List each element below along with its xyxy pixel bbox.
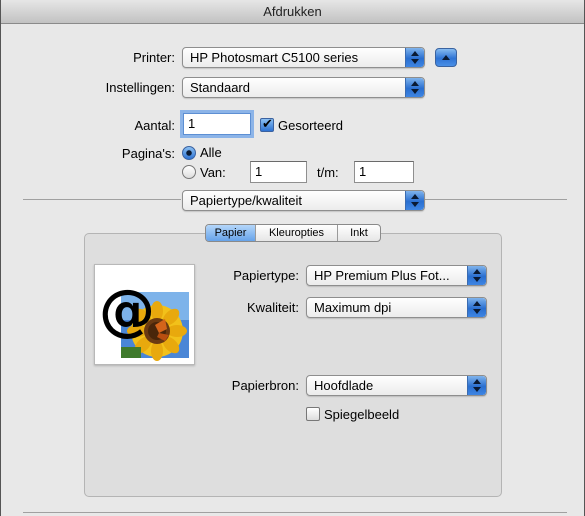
at-symbol-icon: @ xyxy=(99,278,155,343)
paper-type-label: Papiertype: xyxy=(233,268,299,283)
pages-to-field[interactable]: 1 xyxy=(354,161,414,183)
pages-to-label: t/m: xyxy=(317,165,339,180)
tab-bar: Papier Kleuropties Inkt xyxy=(205,224,381,242)
quality-popup[interactable]: Maximum dpi xyxy=(306,297,487,318)
popup-arrows-icon xyxy=(467,266,486,285)
pages-all-label: Alle xyxy=(200,145,222,160)
disclosure-triangle-icon[interactable] xyxy=(435,48,457,67)
tab-inkt[interactable]: Inkt xyxy=(338,225,380,241)
window-title: Afdrukken xyxy=(1,0,584,24)
collated-checkbox[interactable] xyxy=(260,116,274,132)
bottom-separator xyxy=(23,512,567,513)
mirror-checkbox[interactable] xyxy=(306,407,320,421)
popup-arrows-icon xyxy=(405,78,424,97)
tab-kleuropties[interactable]: Kleuropties xyxy=(256,225,338,241)
section-popup[interactable]: Papiertype/kwaliteit xyxy=(182,190,425,211)
pages-from-label: Van: xyxy=(200,165,226,180)
section-value: Papiertype/kwaliteit xyxy=(190,193,302,208)
paper-source-label: Papierbron: xyxy=(231,378,299,393)
popup-arrows-icon xyxy=(405,191,424,210)
paper-preview: @ xyxy=(94,264,195,365)
pages-label: Pagina's: xyxy=(121,146,175,161)
mirror-label: Spiegelbeeld xyxy=(324,407,400,422)
tab-papier[interactable]: Papier xyxy=(206,225,256,241)
copies-label: Aantal: xyxy=(134,118,175,133)
presets-popup[interactable]: Standaard xyxy=(182,77,425,98)
pages-all-radio[interactable] xyxy=(182,146,196,160)
section-separator-left xyxy=(23,199,181,200)
quality-value: Maximum dpi xyxy=(314,300,392,315)
printer-value: HP Photosmart C5100 series xyxy=(190,50,359,65)
presets-label: Instellingen: xyxy=(105,80,175,95)
popup-arrows-icon xyxy=(467,376,486,395)
pages-from-field[interactable]: 1 xyxy=(250,161,307,183)
paper-type-value: HP Premium Plus Fot... xyxy=(314,268,450,283)
pages-range-radio[interactable] xyxy=(182,165,196,179)
section-separator-right xyxy=(425,199,567,200)
presets-value: Standaard xyxy=(190,80,250,95)
popup-arrows-icon xyxy=(467,298,486,317)
quality-label: Kwaliteit: xyxy=(246,300,299,315)
copies-field[interactable]: 1 xyxy=(183,113,251,135)
paper-source-value: Hoofdlade xyxy=(314,378,374,393)
print-dialog: Afdrukken Printer: HP Photosmart C5100 s… xyxy=(0,0,585,516)
paper-source-popup[interactable]: Hoofdlade xyxy=(306,375,487,396)
popup-arrows-icon xyxy=(405,48,424,67)
collated-label: Gesorteerd xyxy=(278,118,344,133)
paper-type-popup[interactable]: HP Premium Plus Fot... xyxy=(306,265,487,286)
printer-label: Printer: xyxy=(133,50,175,65)
printer-popup[interactable]: HP Photosmart C5100 series xyxy=(182,47,425,68)
sunflower-photo-preview-icon: @ xyxy=(99,278,189,361)
